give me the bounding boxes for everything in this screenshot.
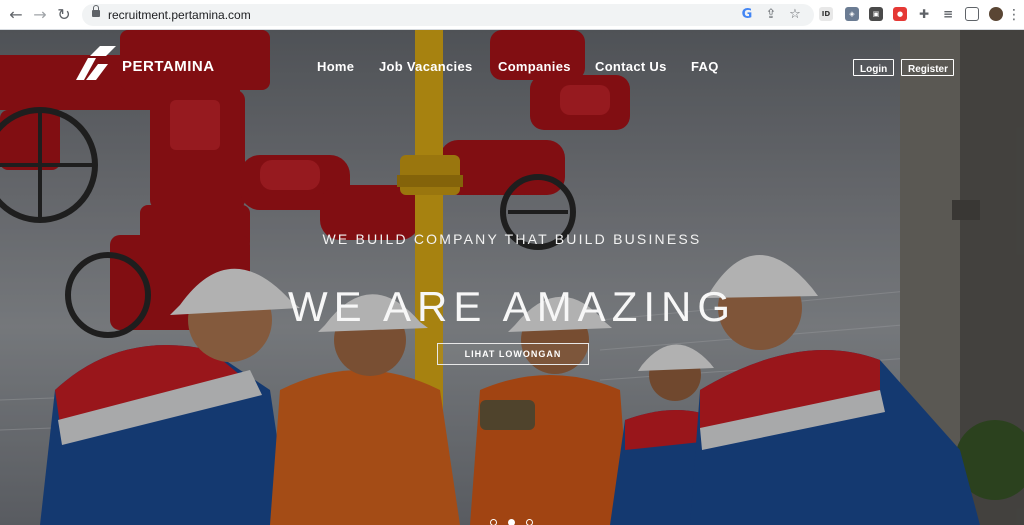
login-button[interactable]: Login [853, 59, 894, 76]
media-queue-icon[interactable]: ≡ [941, 7, 955, 21]
address-bar[interactable]: recruitment.pertamina.com G ⇪ ☆ [82, 4, 814, 26]
carousel-dot[interactable] [526, 519, 533, 525]
nav-job-vacancies[interactable]: Job Vacancies [379, 59, 473, 74]
hero-section: PERTAMINA Home Job Vacancies Companies C… [0, 30, 1024, 525]
share-icon[interactable]: ⇪ [762, 6, 780, 24]
bookmark-star-icon[interactable]: ☆ [786, 6, 804, 24]
register-button[interactable]: Register [901, 59, 954, 76]
extension-ssid-icon[interactable]: ID [819, 7, 833, 21]
shield-extension-icon[interactable]: ◈ [845, 7, 859, 21]
menu-kebab-icon[interactable]: ⋮ [1004, 5, 1024, 25]
extensions-puzzle-icon[interactable]: ✚ [917, 7, 931, 21]
hero-dim-overlay [0, 30, 1024, 525]
google-icon[interactable]: G [738, 6, 756, 24]
hero-headline: WE ARE AMAZING [287, 283, 737, 330]
carousel-dot[interactable] [490, 519, 497, 525]
carousel-indicators [490, 519, 540, 525]
view-vacancies-button[interactable]: LIHAT LOWONGAN [437, 343, 589, 365]
extension-box-icon[interactable]: ▣ [869, 7, 883, 21]
url-text: recruitment.pertamina.com [108, 8, 251, 22]
carousel-dot-active[interactable] [508, 519, 515, 525]
browser-toolbar: ← → ↻ recruitment.pertamina.com G ⇪ ☆ ID… [0, 0, 1024, 30]
camera-extension-icon[interactable]: ● [893, 7, 907, 21]
profile-avatar[interactable] [989, 7, 1003, 21]
back-icon[interactable]: ← [6, 5, 26, 25]
hero-tagline: WE BUILD COMPANY THAT BUILD BUSINESS [322, 231, 702, 247]
nav-contact-us[interactable]: Contact Us [595, 59, 667, 74]
sidebar-icon[interactable] [965, 7, 979, 21]
reload-icon[interactable]: ↻ [54, 5, 74, 25]
nav-companies[interactable]: Companies [498, 59, 571, 74]
lock-icon[interactable] [92, 5, 100, 17]
nav-faq[interactable]: FAQ [691, 59, 719, 74]
nav-home[interactable]: Home [317, 59, 354, 74]
forward-icon[interactable]: → [30, 5, 50, 25]
